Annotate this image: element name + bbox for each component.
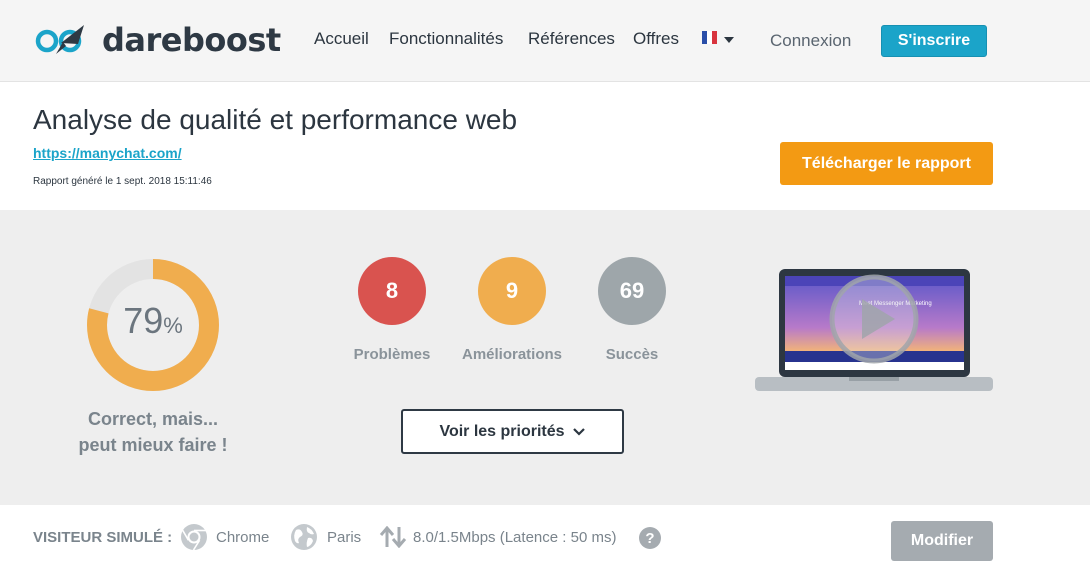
signup-button[interactable]: S'inscrire (881, 25, 987, 57)
logo[interactable]: dareboost (34, 20, 281, 60)
logo-text: dareboost (102, 21, 281, 59)
video-preview[interactable]: Meet Messenger Marketing (755, 269, 993, 393)
logo-rocket-icon (35, 25, 84, 54)
site-header: dareboost Accueil Fonctionnalités Référe… (0, 0, 1090, 82)
verdict-line-1: Correct, mais... (87, 409, 219, 429)
page-title: Analyse de qualité et performance web (33, 104, 518, 135)
score-value: 79% (86, 300, 220, 342)
chevron-down-icon (572, 427, 585, 436)
success-label: Succès (605, 346, 659, 363)
help-icon[interactable]: ? (638, 526, 662, 550)
language-dropdown-caret-icon[interactable] (724, 37, 734, 43)
summary-panel: 79% Correct, mais... peut mieux faire ! … (0, 210, 1090, 505)
chrome-icon (181, 524, 207, 551)
up-down-arrows-icon (379, 526, 407, 548)
problems-count-badge[interactable]: 8 (358, 257, 426, 325)
problems-label: Problèmes (353, 346, 431, 363)
download-report-button[interactable]: Télécharger le rapport (780, 142, 993, 185)
score-unit: % (163, 313, 183, 338)
improvements-count-badge[interactable]: 9 (478, 257, 546, 325)
nav-accueil[interactable]: Accueil (314, 29, 369, 49)
simulated-visitor-bar: VISITEUR SIMULÉ : Chrome Paris 8.0/1.5Mb… (0, 505, 1090, 572)
nav-fonctionnalites[interactable]: Fonctionnalités (389, 29, 503, 49)
view-priorities-label: Voir les priorités (439, 422, 565, 440)
report-url-link[interactable]: https://manychat.com/ (33, 145, 182, 161)
fr-flag-icon[interactable] (702, 31, 717, 44)
success-count-badge[interactable]: 69 (598, 257, 666, 325)
nav-references[interactable]: Références (528, 29, 615, 49)
globe-icon (291, 524, 317, 550)
visitor-browser: Chrome (216, 529, 270, 546)
login-link[interactable]: Connexion (770, 31, 851, 51)
improvements-label: Améliorations (461, 346, 563, 363)
svg-text:?: ? (645, 530, 654, 547)
visitor-label: VISITEUR SIMULÉ : (33, 529, 173, 546)
view-priorities-button[interactable]: Voir les priorités (401, 409, 624, 454)
score-number: 79 (123, 300, 164, 341)
nav-offres[interactable]: Offres (633, 29, 679, 49)
verdict-line-2: peut mieux faire ! (78, 435, 228, 455)
modify-visitor-button[interactable]: Modifier (891, 521, 993, 561)
visitor-connection: 8.0/1.5Mbps (Latence : 50 ms) (413, 529, 617, 546)
score-verdict: Correct, mais... peut mieux faire ! (60, 406, 246, 458)
report-date: Rapport généré le 1 sept. 2018 15:11:46 (33, 176, 212, 187)
visitor-location: Paris (327, 529, 362, 546)
